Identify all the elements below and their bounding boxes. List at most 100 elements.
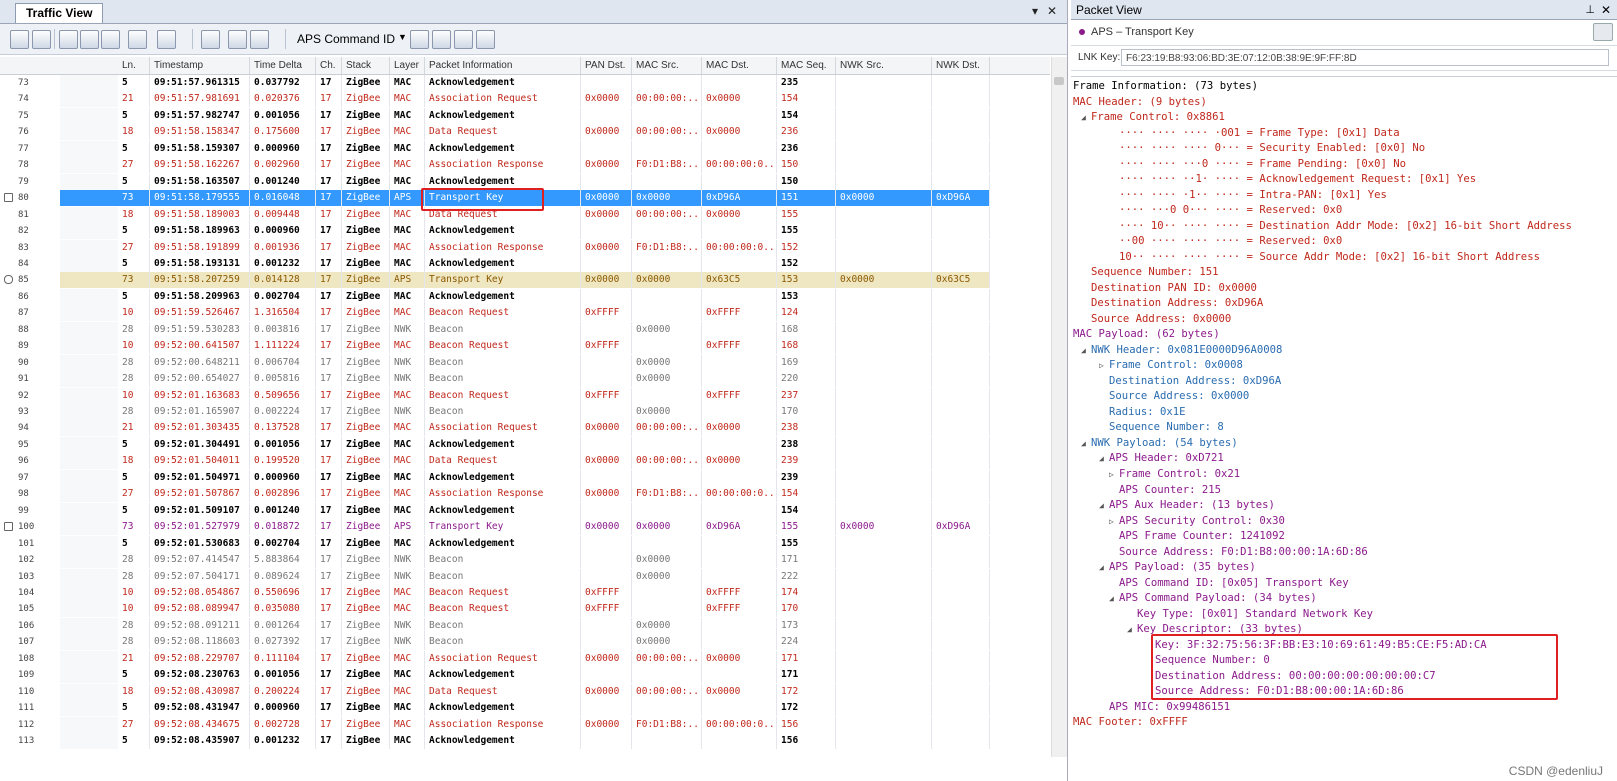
- table-row[interactable]: 111 5 09:52:08.431947 0.000960 17 ZigBee MAC Ac…: [0, 700, 1050, 717]
- tree-node[interactable]: Destination Address: 0xD96A: [1099, 374, 1281, 390]
- capture-icon[interactable]: [101, 30, 120, 49]
- column-header[interactable]: Packet Information: [425, 57, 581, 74]
- table-row[interactable]: 96 18 09:52:01.504011 0.199520 17 ZigBee MAC Da…: [0, 453, 1050, 470]
- column-header[interactable]: NWK Dst.: [932, 57, 990, 74]
- columns-icon[interactable]: [59, 30, 78, 49]
- collapse-icon[interactable]: ◢: [1127, 622, 1137, 637]
- column-header[interactable]: NWK Src.: [836, 57, 932, 74]
- tree-node[interactable]: ··00 ···· ···· ···· = Reserved: 0x0: [1109, 234, 1342, 250]
- collapse-icon[interactable]: ◢: [1099, 560, 1109, 575]
- import-icon[interactable]: [250, 30, 269, 49]
- tree-node[interactable]: Destination PAN ID: 0x0000: [1081, 281, 1257, 297]
- copy-icon[interactable]: [201, 30, 220, 49]
- table-row[interactable]: 78 27 09:51:58.162267 0.002960 17 ZigBee MAC As…: [0, 157, 1050, 174]
- tree-node[interactable]: ◢ Frame Control: 0x8861: [1081, 110, 1225, 126]
- tree-node[interactable]: APS MIC: 0x99486151: [1099, 700, 1230, 716]
- table-row[interactable]: 74 21 09:51:57.981691 0.020376 17 ZigBee MAC As…: [0, 91, 1050, 108]
- table-row[interactable]: 103 28 09:52:07.504171 0.089624 17 ZigBee NWK B…: [0, 568, 1050, 585]
- tree-node[interactable]: Radius: 0x1E: [1099, 405, 1186, 421]
- table-row[interactable]: 90 28 09:52:00.648211 0.006704 17 ZigBee NWK Be…: [0, 354, 1050, 371]
- filter-add-icon[interactable]: [432, 30, 451, 49]
- table-row[interactable]: 84 5 09:51:58.193131 0.001232 17 ZigBee MAC Ack…: [0, 255, 1050, 272]
- collapse-icon[interactable]: ◢: [1099, 451, 1109, 466]
- tree-node[interactable]: Source Address: 0x0000: [1081, 312, 1231, 328]
- table-row[interactable]: 104 10 09:52:08.054867 0.550696 17 ZigBee MAC B…: [0, 584, 1050, 601]
- tree-node[interactable]: APS Command ID: [0x05] Transport Key: [1109, 576, 1349, 592]
- tree-node[interactable]: ···· ···· ·1·· ···· = Intra-PAN: [0x1] Y…: [1109, 188, 1387, 204]
- tree-node[interactable]: MAC Footer: 0xFFFF: [1073, 715, 1188, 731]
- table-row[interactable]: 85 73 09:51:58.207259 0.014128 17 ZigBee APS Tr…: [0, 272, 1050, 289]
- column-header[interactable]: Layer: [390, 57, 425, 74]
- column-header[interactable]: Stack: [342, 57, 390, 74]
- table-row[interactable]: 107 28 09:52:08.118603 0.027392 17 ZigBee NWK B…: [0, 634, 1050, 651]
- table-row[interactable]: 76 18 09:51:58.158347 0.175600 17 ZigBee MAC Da…: [0, 124, 1050, 141]
- tree-node[interactable]: ◢ NWK Header: 0x081E0000D96A0008: [1081, 343, 1282, 359]
- tree-node[interactable]: Frame Information: (73 bytes): [1073, 79, 1258, 95]
- table-row[interactable]: 82 5 09:51:58.189963 0.000960 17 ZigBee MAC Ack…: [0, 223, 1050, 240]
- tree-node[interactable]: ···· 10·· ···· ···· = Destination Addr M…: [1109, 219, 1572, 235]
- tree-node[interactable]: ◢ APS Aux Header: (13 bytes): [1099, 498, 1275, 514]
- pin-icon[interactable]: ⊥: [1585, 0, 1595, 20]
- table-row[interactable]: 87 10 09:51:59.526467 1.316504 17 ZigBee MAC Be…: [0, 305, 1050, 322]
- filter-select[interactable]: APS Command ID: [297, 32, 395, 46]
- tree-node[interactable]: ···· ···0 0··· ···· = Reserved: 0x0: [1109, 203, 1342, 219]
- tree-node[interactable]: ▷ Frame Control: 0x21: [1109, 467, 1240, 483]
- column-header[interactable]: PAN Dst.: [581, 57, 632, 74]
- tree-node[interactable]: APS Frame Counter: 1241092: [1109, 529, 1285, 545]
- column-header[interactable]: Time Delta: [250, 57, 316, 74]
- tree-node[interactable]: Destination Address: 0xD96A: [1081, 296, 1263, 312]
- chevron-down-icon[interactable]: ▼: [398, 32, 407, 42]
- highlight-icon[interactable]: [128, 30, 147, 49]
- table-row[interactable]: 86 5 09:51:58.209963 0.002704 17 ZigBee MAC Ack…: [0, 288, 1050, 305]
- table-row[interactable]: 106 28 09:52:08.091211 0.001264 17 ZigBee NWK B…: [0, 617, 1050, 634]
- tree-node[interactable]: ◢ APS Command Payload: (34 bytes): [1109, 591, 1317, 607]
- traffic-view-tab[interactable]: Traffic View: [15, 3, 104, 23]
- tree-node[interactable]: APS Counter: 215: [1109, 483, 1221, 499]
- expand-icon[interactable]: ▷: [1109, 467, 1119, 482]
- table-row[interactable]: 100 73 09:52:01.527979 0.018872 17 ZigBee APS T…: [0, 519, 1050, 536]
- tree-node[interactable]: Sequence Number: 8: [1099, 420, 1224, 436]
- table-row[interactable]: 88 28 09:51:59.530283 0.003816 17 ZigBee NWK Be…: [0, 321, 1050, 338]
- column-header[interactable]: Ch.: [316, 57, 342, 74]
- tree-node[interactable]: ◢ APS Payload: (35 bytes): [1099, 560, 1256, 576]
- table-row[interactable]: 75 5 09:51:57.982747 0.001056 17 ZigBee MAC Ack…: [0, 107, 1050, 124]
- tree-node[interactable]: ▷ Frame Control: 0x0008: [1099, 358, 1243, 374]
- column-header[interactable]: MAC Src.: [632, 57, 702, 74]
- tree-node[interactable]: ···· ···· ···· ·001 = Frame Type: [0x1] …: [1109, 126, 1400, 142]
- table-row[interactable]: 101 5 09:52:01.530683 0.002704 17 ZigBee MAC Ac…: [0, 535, 1050, 552]
- table-row[interactable]: 110 18 09:52:08.430987 0.200224 17 ZigBee MAC D…: [0, 683, 1050, 700]
- filter-clear-icon[interactable]: [476, 30, 495, 49]
- table-row[interactable]: 98 27 09:52:01.507867 0.002896 17 ZigBee MAC As…: [0, 486, 1050, 503]
- pane-close-icon[interactable]: ✕: [1047, 4, 1057, 18]
- table-row[interactable]: 91 28 09:52:00.654027 0.005816 17 ZigBee NWK Be…: [0, 371, 1050, 388]
- collapse-icon[interactable]: ◢: [1109, 591, 1119, 606]
- collapse-icon[interactable]: ◢: [1099, 498, 1109, 513]
- lock-icon[interactable]: [1593, 23, 1613, 41]
- export-icon[interactable]: [228, 30, 247, 49]
- table-row[interactable]: 109 5 09:52:08.230763 0.001056 17 ZigBee MAC Ac…: [0, 667, 1050, 684]
- pane-menu-icon[interactable]: ▾: [1032, 4, 1038, 18]
- tree-node[interactable]: ◢ NWK Payload: (54 bytes): [1081, 436, 1238, 452]
- tree-node[interactable]: ▷ APS Security Control: 0x30: [1109, 514, 1285, 530]
- tree-node[interactable]: Source Address: 0x0000: [1099, 389, 1249, 405]
- tree-node[interactable]: Source Address: F0:D1:B8:00:00:1A:6D:86: [1109, 545, 1368, 561]
- collapse-icon[interactable]: ◢: [1081, 110, 1091, 125]
- expand-icon[interactable]: ▷: [1109, 514, 1119, 529]
- tree-node[interactable]: ···· ···· ··1· ···· = Acknowledgement Re…: [1109, 172, 1476, 188]
- tree-node[interactable]: ◢ APS Header: 0xD721: [1099, 451, 1224, 467]
- tree-node[interactable]: ···· ···· ···0 ···· = Frame Pending: [0x…: [1109, 157, 1406, 173]
- tree-node[interactable]: Sequence Number: 151: [1081, 265, 1219, 281]
- column-header[interactable]: MAC Dst.: [702, 57, 777, 74]
- table-row[interactable]: 102 28 09:52:07.414547 5.883864 17 ZigBee NWK B…: [0, 552, 1050, 569]
- filter-edit-icon[interactable]: [454, 30, 473, 49]
- table-row[interactable]: 95 5 09:52:01.304491 0.001056 17 ZigBee MAC Ack…: [0, 436, 1050, 453]
- close-icon[interactable]: ✕: [1601, 0, 1611, 20]
- table-row[interactable]: 94 21 09:52:01.303435 0.137528 17 ZigBee MAC As…: [0, 420, 1050, 437]
- column-header[interactable]: MAC Seq.: [777, 57, 836, 74]
- table-row[interactable]: 112 27 09:52:08.434675 0.002728 17 ZigBee MAC A…: [0, 716, 1050, 733]
- collapse-icon[interactable]: ◢: [1081, 343, 1091, 358]
- tree-node[interactable]: MAC Payload: (62 bytes): [1073, 327, 1220, 343]
- filter-icon[interactable]: [410, 30, 429, 49]
- lnk-key-field[interactable]: F6:23:19:B8:93:06:BD:3E:07:12:0B:38:9E:9…: [1121, 49, 1609, 66]
- table-row[interactable]: 113 5 09:52:08.435907 0.001232 17 ZigBee MAC Ac…: [0, 733, 1050, 749]
